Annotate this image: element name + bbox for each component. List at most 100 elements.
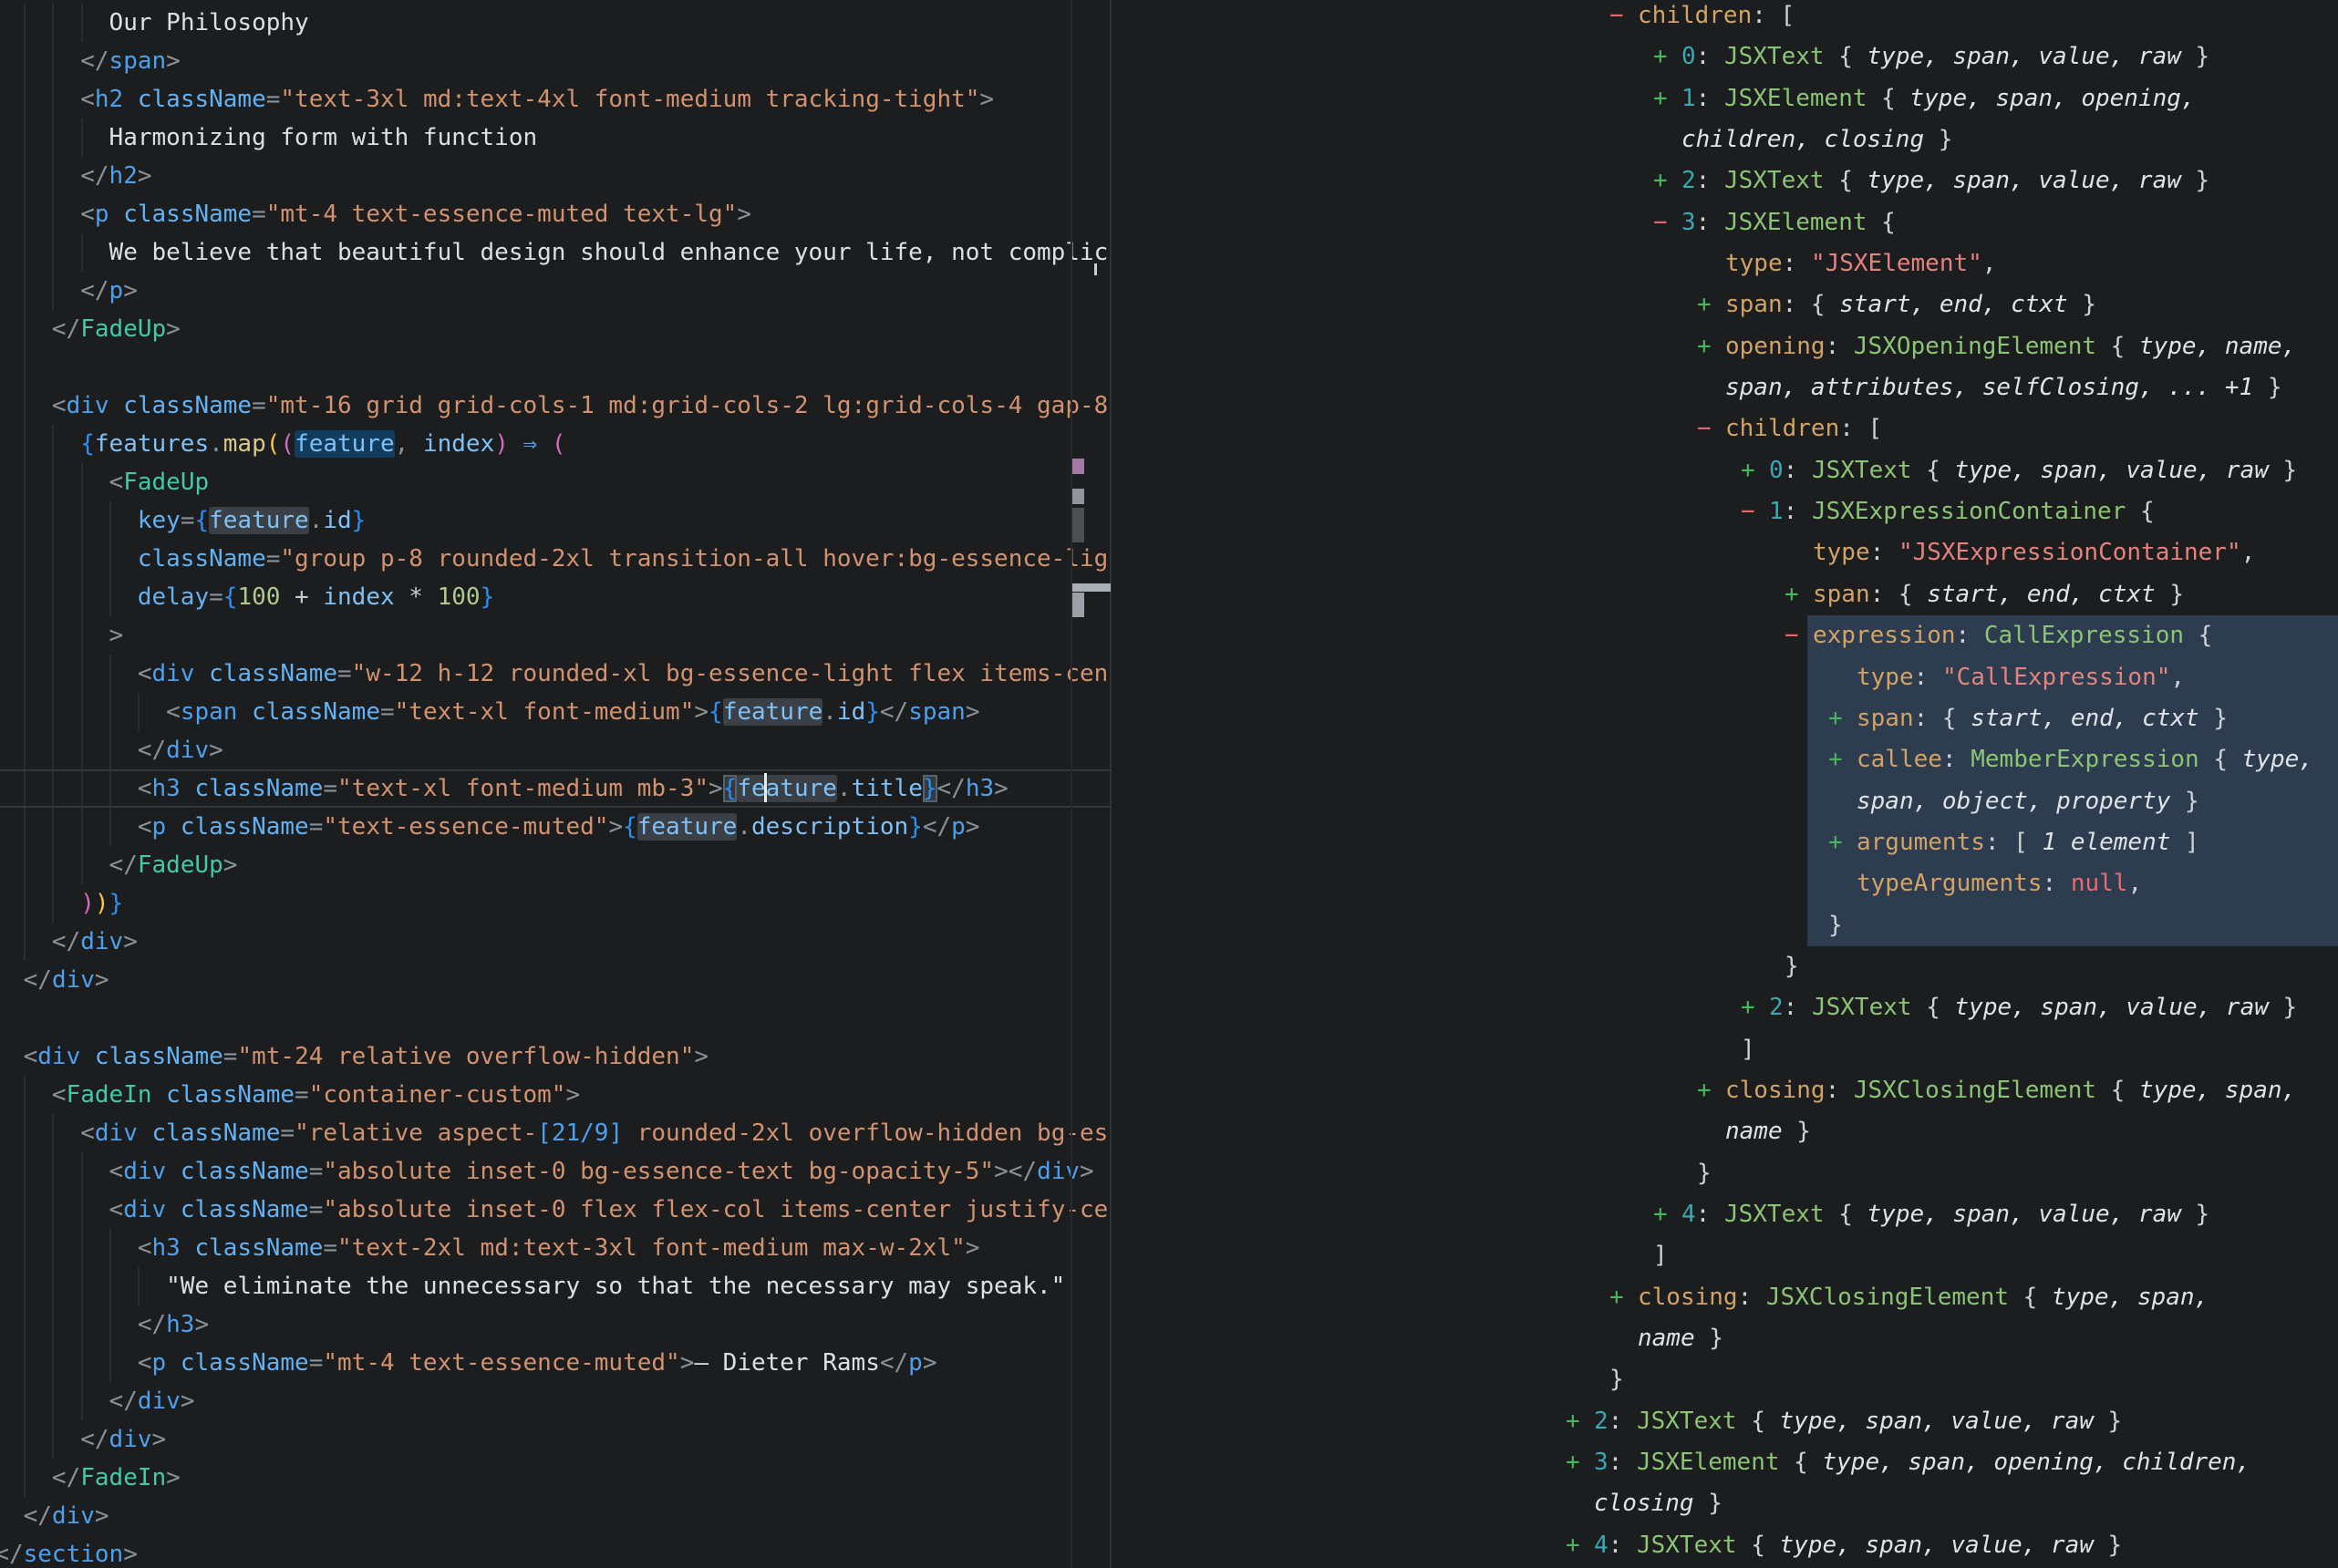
expand-node-toggle[interactable]: + [1785,574,1813,615]
code-line[interactable]: <p className="mt-4 text-essence-muted te… [0,195,1111,233]
code-line[interactable] [0,999,1111,1037]
collapse-node-toggle[interactable]: − [1785,615,1813,656]
expand-node-toggle[interactable]: + [1566,1401,1594,1442]
collapse-node-toggle[interactable]: − [1697,408,1725,449]
code-line[interactable]: <div className="mt-16 grid grid-cols-1 m… [0,387,1111,425]
expand-node-toggle[interactable]: + [1566,1525,1594,1566]
ast-node-row[interactable]: type: "JSXElement", [1158,243,2338,284]
code-line[interactable]: <FadeIn className="container-custom"> [0,1076,1111,1114]
code-line[interactable]: Harmonizing form with function [0,119,1111,157]
expand-node-toggle[interactable]: + [1609,1277,1638,1318]
code-line[interactable] [0,348,1111,387]
ast-node-row[interactable]: +0: JSXText { type, span, value, raw } [1158,450,2338,491]
ast-node-row[interactable]: ] [1158,1029,2338,1070]
collapse-node-toggle[interactable]: − [1609,0,1638,36]
code-line[interactable]: key={feature.id} [0,501,1111,540]
ast-node-row[interactable]: } [1158,946,2338,987]
code-line[interactable]: "We eliminate the unnecessary so that th… [0,1267,1111,1305]
code-line[interactable]: </div> [0,923,1111,961]
code-line[interactable]: </FadeUp> [0,310,1111,348]
ast-node-row[interactable]: closing } [1158,1483,2338,1524]
code-line[interactable]: <div className="absolute inset-0 bg-esse… [0,1152,1111,1191]
ast-node-row[interactable]: ] [1158,1235,2338,1276]
code-line[interactable]: </div> [0,961,1111,999]
ast-node-row[interactable]: type: "JSXExpressionContainer", [1158,532,2338,573]
ast-node-row[interactable]: −3: JSXElement { [1158,202,2338,243]
ast-node-row[interactable]: +span: { start, end, ctxt } [1158,574,2338,615]
code-line[interactable]: </h3> [0,1305,1111,1344]
ast-node-row[interactable]: +2: JSXText { type, span, value, raw } [1158,1401,2338,1442]
code-line[interactable]: </FadeUp> [0,846,1111,884]
code-line[interactable]: <div className="relative aspect-[21/9] r… [0,1114,1111,1152]
ast-node-row[interactable]: −1: JSXExpressionContainer { [1158,491,2338,532]
code-line[interactable]: delay={100 + index * 100} [0,578,1111,616]
code-line[interactable]: <FadeUp [0,463,1111,501]
code-line[interactable]: </FadeIn> [0,1459,1111,1497]
ast-node-row[interactable]: +closing: JSXClosingElement { type, span… [1158,1277,2338,1318]
collapse-node-toggle[interactable]: − [1741,491,1769,532]
code-line[interactable]: <span className="text-xl font-medium">{f… [0,693,1111,731]
expand-node-toggle[interactable]: + [1566,1442,1594,1483]
code-line[interactable]: className="group p-8 rounded-2xl transit… [0,540,1111,578]
ast-node-row[interactable]: −children: [ [1158,0,2338,36]
expand-node-toggle[interactable]: + [1828,739,1857,780]
code-line[interactable]: </div> [0,1497,1111,1535]
collapse-node-toggle[interactable]: − [1653,202,1681,243]
expand-node-toggle[interactable]: + [1653,160,1681,201]
ast-node-row[interactable]: +0: JSXText { type, span, value, raw } [1158,36,2338,77]
expand-node-toggle[interactable]: + [1828,822,1857,863]
ast-node-row[interactable]: span, object, property } [1158,781,2338,822]
ast-node-row[interactable]: +span: { start, end, ctxt } [1158,284,2338,325]
expand-node-toggle[interactable]: + [1697,326,1725,367]
ast-node-row[interactable]: name } [1158,1111,2338,1152]
code-line[interactable]: </span> [0,42,1111,80]
expand-node-toggle[interactable]: + [1697,1070,1725,1111]
code-line[interactable]: We believe that beautiful design should … [0,233,1111,272]
code-line[interactable]: Our Philosophy [0,4,1111,42]
code-line[interactable]: <div className="mt-24 relative overflow-… [0,1037,1111,1076]
expand-node-toggle[interactable]: + [1653,1194,1681,1235]
ast-node-row[interactable]: name } [1158,1318,2338,1359]
expand-node-toggle[interactable]: + [1653,36,1681,77]
code-line[interactable]: <p className="text-essence-muted">{featu… [0,808,1111,846]
ast-node-row[interactable]: } [1158,905,2338,946]
code-line[interactable]: <h3 className="text-xl font-medium mb-3"… [0,769,1111,808]
ast-node-row[interactable]: −expression: CallExpression { [1158,615,2338,656]
ast-node-row[interactable]: span, attributes, selfClosing, ... +1 } [1158,367,2338,408]
source-code-pane[interactable]: Our Philosophy </span> <h2 className="te… [0,0,1111,1568]
ast-node-row[interactable]: +callee: MemberExpression { type, [1158,739,2338,780]
code-line[interactable]: </div> [0,731,1111,769]
ast-node-row[interactable]: +1: JSXElement { type, span, opening, [1158,78,2338,119]
code-line[interactable]: <h2 className="text-3xl md:text-4xl font… [0,80,1111,119]
code-line[interactable]: </section> [0,1535,1111,1568]
code-line[interactable]: <div className="absolute inset-0 flex fl… [0,1191,1111,1229]
code-line[interactable]: <h3 className="text-2xl md:text-3xl font… [0,1229,1111,1267]
expand-node-toggle[interactable]: + [1741,450,1769,491]
ast-tree-pane[interactable]: −children: [+0: JSXText { type, span, va… [1158,0,2338,1568]
ast-node-row[interactable]: −children: [ [1158,408,2338,449]
code-line[interactable]: </h2> [0,157,1111,195]
ast-node-row[interactable]: children, closing } [1158,119,2338,160]
scrollbar-thumb[interactable] [1072,593,1084,617]
ast-node-row[interactable]: +2: JSXText { type, span, value, raw } [1158,160,2338,201]
code-line[interactable]: </div> [0,1420,1111,1459]
ast-node-row[interactable]: +4: JSXText { type, span, value, raw } [1158,1525,2338,1566]
ast-node-row[interactable]: +span: { start, end, ctxt } [1158,698,2338,739]
code-line[interactable]: <div className="w-12 h-12 rounded-xl bg-… [0,655,1111,693]
ast-node-row[interactable]: +arguments: [ 1 element ] [1158,822,2338,863]
code-line[interactable]: > [0,616,1111,655]
ast-node-row[interactable]: } [1158,1359,2338,1400]
ast-node-row[interactable]: +4: JSXText { type, span, value, raw } [1158,1194,2338,1235]
code-line[interactable]: </div> [0,1382,1111,1420]
expand-node-toggle[interactable]: + [1697,284,1725,325]
expand-node-toggle[interactable]: + [1741,987,1769,1028]
ast-node-row[interactable]: +2: JSXText { type, span, value, raw } [1158,987,2338,1028]
code-line[interactable]: ))} [0,884,1111,923]
ast-node-row[interactable]: +3: JSXElement { type, span, opening, ch… [1158,1442,2338,1483]
ast-node-row[interactable]: type: "CallExpression", [1158,657,2338,698]
ast-node-row[interactable]: +closing: JSXClosingElement { type, span… [1158,1070,2338,1111]
expand-node-toggle[interactable]: + [1653,78,1681,119]
expand-node-toggle[interactable]: + [1828,698,1857,739]
code-line[interactable]: {features.map((feature, index) ⇒ ( [0,425,1111,463]
ast-node-row[interactable]: +opening: JSXOpeningElement { type, name… [1158,326,2338,367]
